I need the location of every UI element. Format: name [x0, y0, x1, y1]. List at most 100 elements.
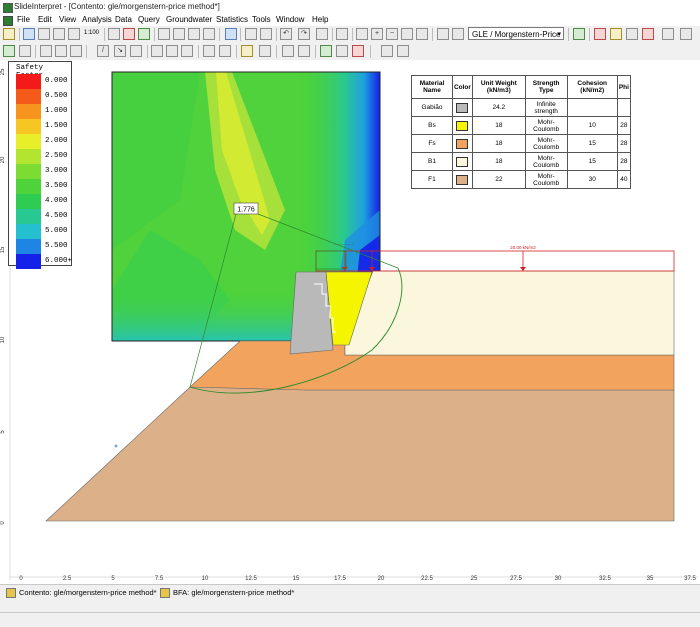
layer-b1 [344, 270, 675, 356]
measure-icon[interactable] [320, 45, 332, 57]
legend-value: 6.000+ [45, 257, 73, 265]
info-viewer-icon[interactable] [225, 28, 237, 40]
graph-icon[interactable] [594, 28, 606, 40]
table-row: Gabião 24.2 Infinite strength [411, 98, 632, 117]
zoom-all-icon[interactable] [416, 28, 428, 40]
unit-weight: 22 [471, 170, 526, 189]
curve-tool-icon[interactable] [166, 45, 178, 57]
scale-button[interactable]: 1:100 [84, 30, 99, 36]
tab-contento[interactable]: Contento: gle/morgenstern-price method* [6, 587, 157, 599]
toolbar-main: 1:100 ↶ ↷ + − GLE / Morgenstern-Price ▾ [0, 26, 700, 44]
report-icon[interactable] [123, 28, 135, 40]
svg-text:25: 25 [0, 68, 6, 75]
zoom-extents-icon[interactable] [356, 28, 368, 40]
line-tool-icon[interactable]: / [97, 45, 109, 57]
menu-file[interactable]: File [17, 15, 30, 24]
redo-icon[interactable]: ↷ [298, 28, 310, 40]
text-dropdown-icon[interactable] [259, 45, 271, 57]
cohesion: 30 [566, 170, 618, 189]
unit-weight: 18 [471, 134, 526, 153]
copy-icon[interactable] [53, 28, 65, 40]
cohesion [566, 98, 618, 117]
menu-window[interactable]: Window [276, 15, 304, 24]
system-menu-icon[interactable] [3, 16, 13, 26]
color-cell [451, 152, 473, 171]
menu-data[interactable]: Data [115, 15, 132, 24]
scroll-left-icon[interactable] [173, 28, 185, 40]
menu-view[interactable]: View [59, 15, 76, 24]
menu-query[interactable]: Query [138, 15, 160, 24]
menu-help[interactable]: Help [312, 15, 328, 24]
eraser-options-icon[interactable] [397, 45, 409, 57]
min-safety-factor: 1.776 [237, 207, 255, 214]
legend-swatch [16, 104, 41, 119]
cohesion: 10 [566, 116, 618, 135]
minimum-surfaces-icon[interactable] [452, 28, 464, 40]
query-icon[interactable] [573, 28, 585, 40]
scroll-up-icon[interactable] [158, 28, 170, 40]
columns-icon[interactable] [55, 45, 67, 57]
ellipse-tool-icon[interactable] [219, 45, 231, 57]
tab-bfa[interactable]: BFA: gle/morgenstern-price method* [160, 587, 294, 599]
delta-icon[interactable] [260, 28, 272, 40]
legend-swatch [16, 134, 41, 149]
global-minimum-icon[interactable] [437, 28, 449, 40]
table-icon[interactable] [40, 45, 52, 57]
export-image-icon[interactable] [38, 28, 50, 40]
pencil-icon[interactable] [151, 45, 163, 57]
properties-icon[interactable] [626, 28, 638, 40]
header-phi: Phi [616, 75, 632, 99]
rows-icon[interactable] [70, 45, 82, 57]
arrow-tool-icon[interactable]: ↘ [114, 45, 126, 57]
contour-icon[interactable] [138, 28, 150, 40]
open-folder-icon[interactable] [3, 28, 15, 40]
arc-tool-icon[interactable] [181, 45, 193, 57]
layout-icon[interactable] [19, 45, 31, 57]
menu-statistics[interactable]: Statistics [216, 15, 248, 24]
help-icon[interactable] [662, 28, 674, 40]
rectangle-tool-icon[interactable] [203, 45, 215, 57]
eraser-icon[interactable] [381, 45, 393, 57]
display-options-icon[interactable] [642, 28, 654, 40]
contour-options-icon[interactable] [610, 28, 622, 40]
dimension-tool-icon[interactable] [130, 45, 142, 57]
save-icon[interactable] [23, 28, 35, 40]
svg-text:2.5: 2.5 [63, 576, 72, 582]
legend-value: 5.500 [45, 242, 68, 250]
scroll-right-icon[interactable] [188, 28, 200, 40]
legend-swatch [16, 254, 41, 269]
svg-text:0: 0 [0, 521, 6, 525]
menu-groundwater[interactable]: Groundwater [166, 15, 212, 24]
grid-icon[interactable] [3, 45, 15, 57]
angle-tool-icon[interactable] [298, 45, 310, 57]
menu-analysis[interactable]: Analysis [82, 15, 112, 24]
menu-tools[interactable]: Tools [252, 15, 271, 24]
scroll-down-icon[interactable] [203, 28, 215, 40]
method-select[interactable]: GLE / Morgenstern-Price ▾ [468, 27, 564, 40]
more-tools-icon[interactable] [680, 28, 692, 40]
document-icon [6, 588, 16, 599]
frame-icon[interactable] [245, 28, 257, 40]
strength-type: Mohr-Coulomb [524, 134, 568, 153]
page-setup-icon[interactable] [108, 28, 120, 40]
material-color-swatch [456, 102, 469, 113]
menu-edit[interactable]: Edit [38, 15, 52, 24]
load-label: 20.00 kN/m2 [510, 245, 536, 250]
header-strength-type: Strength Type [524, 75, 568, 99]
zoom-in-icon[interactable]: + [371, 28, 383, 40]
polyline-tool-icon[interactable] [282, 45, 294, 57]
legend-value: 2.000 [45, 137, 68, 145]
material-color-swatch [456, 138, 469, 149]
zoom-window-icon[interactable] [401, 28, 413, 40]
select-icon[interactable] [316, 28, 328, 40]
zoom-out-icon[interactable]: − [386, 28, 398, 40]
undo-icon[interactable]: ↶ [280, 28, 292, 40]
boundary-vertex [114, 444, 118, 448]
title-bar: SlideInterpret - [Contento: gle/morgenst… [0, 0, 700, 15]
pan-icon[interactable] [336, 28, 348, 40]
table-row: Bs 18 Mohr-Coulomb 10 28 [411, 116, 632, 135]
snap-icon[interactable] [336, 45, 348, 57]
delete-drawing-icon[interactable] [352, 45, 364, 57]
print-icon[interactable] [68, 28, 80, 40]
text-box-icon[interactable] [241, 45, 253, 57]
